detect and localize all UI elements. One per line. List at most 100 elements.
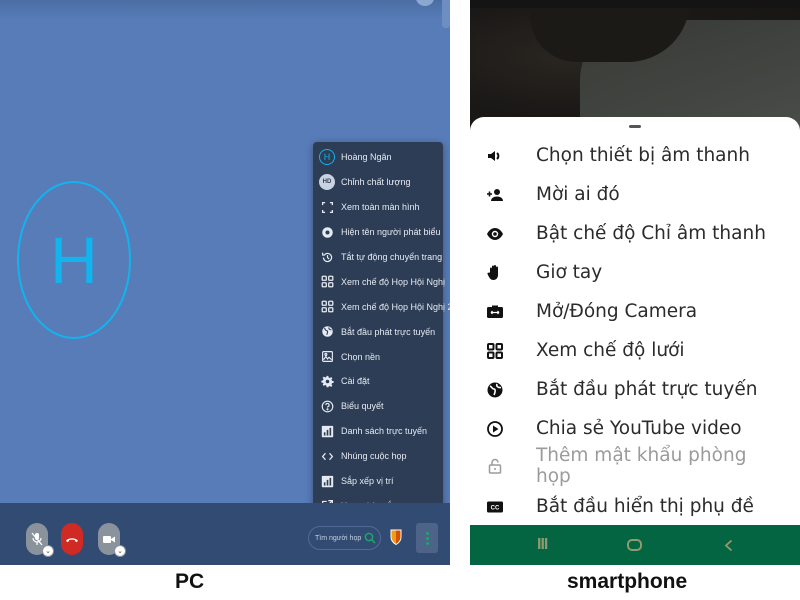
menu-item-label: Bật chế độ Chỉ âm thanh: [536, 223, 766, 244]
raise-hand-icon: [484, 262, 506, 284]
menu-item-show-speaker-name[interactable]: Hiện tên người phát biểu: [313, 220, 443, 245]
closed-caption-icon: CC: [484, 496, 506, 518]
menu-item-label: Mở/Đóng Camera: [536, 301, 698, 322]
menu-item-label: Tắt tự động chuyển trang: [341, 252, 443, 262]
dot-icon: [425, 541, 429, 545]
more-options-button[interactable]: [416, 523, 438, 553]
camera-toggle-button[interactable]: ⌄: [98, 523, 126, 557]
menu-item-quality[interactable]: HD Chỉnh chất lượng: [313, 170, 443, 195]
participant-avatar: H: [17, 181, 131, 339]
menu-item-label: Biểu quyết: [341, 401, 384, 412]
menu-item-label: Hiện tên người phát biểu: [341, 227, 441, 238]
fullscreen-icon: [319, 199, 335, 215]
menu-item-label: Bắt đầu phát trực tuyến: [341, 326, 436, 337]
sheet-drag-handle[interactable]: [629, 125, 641, 128]
mic-toggle-button[interactable]: ⌄: [26, 523, 54, 557]
svg-text:CC: CC: [491, 506, 500, 512]
menu-item-label: Nhúng cuộc họp: [341, 451, 407, 462]
menu-item-label: Bắt đầu hiển thị phụ đề: [536, 496, 754, 517]
menu-item-conference-view[interactable]: Xem chế độ Họp Hội Nghị: [313, 269, 446, 294]
eye-icon: [484, 223, 506, 245]
question-icon: [319, 398, 335, 414]
security-shield-icon[interactable]: [390, 529, 402, 545]
android-navigation-bar: III: [470, 525, 800, 565]
menu-item-label: Hoàng Ngân: [341, 152, 392, 163]
grid-icon: [484, 340, 506, 362]
play-circle-icon: [484, 418, 506, 440]
search-placeholder: Tìm người họp: [315, 534, 362, 542]
menu-item-label: Mời ai đó: [536, 184, 620, 205]
menu-item-label: Xem chế độ Họp Hội Nghị 2: [341, 301, 450, 312]
menu-item-conference-view-2[interactable]: Xem chế độ Họp Hội Nghị 2: [313, 294, 450, 319]
switch-camera-icon: [484, 301, 506, 323]
video-camera-icon: [103, 535, 115, 543]
menu-item-label: Thêm mật khẩu phòng họp: [536, 445, 747, 487]
embed-code-icon: [319, 448, 335, 464]
mic-off-icon: [31, 532, 43, 546]
avatar-letter: H: [323, 152, 331, 163]
background-image-icon: [319, 349, 335, 365]
pc-meeting-screen: H H Hoàng Ngân HD Chỉnh chất lượng Xem t…: [0, 0, 450, 565]
menu-item-settings[interactable]: Cài đặt: [313, 369, 443, 394]
menu-item-arrange-positions[interactable]: Sắp xếp vị trí: [313, 469, 443, 494]
pc-more-options-menu: H Hoàng Ngân HD Chỉnh chất lượng Xem toà…: [313, 142, 450, 517]
add-person-icon: [484, 184, 506, 206]
menu-item-profile[interactable]: H Hoàng Ngân: [313, 145, 443, 170]
participant-search-input[interactable]: Tìm người họp: [308, 526, 381, 550]
menu-item-voting[interactable]: Biểu quyết: [313, 394, 443, 419]
history-icon: [319, 249, 335, 265]
participant-thumbnail[interactable]: [416, 0, 434, 6]
recent-apps-button[interactable]: III: [537, 535, 548, 555]
participant-initial: H: [50, 223, 98, 297]
menu-item-label: Bắt đầu phát trực tuyến: [536, 379, 758, 400]
menu-item-start-livestream[interactable]: Bắt đầu phát trực tuyến: [313, 319, 443, 344]
back-icon: [724, 539, 733, 551]
mic-options-chevron-icon[interactable]: ⌄: [42, 545, 54, 557]
pc-call-toolbar: ⌄ ⌄ Tìm người họp: [0, 503, 450, 565]
eye-icon: [319, 224, 335, 240]
hd-quality-icon: HD: [319, 174, 335, 191]
back-button[interactable]: [724, 535, 733, 555]
smartphone-caption: smartphone: [567, 570, 688, 593]
menu-item-label: Chia sẻ YouTube video: [536, 418, 742, 439]
options-bottom-sheet: Chọn thiết bị âm thanh Mời ai đó Bật chế…: [470, 117, 800, 525]
camera-options-chevron-icon[interactable]: ⌄: [114, 545, 126, 557]
menu-item-label: Chọn thiết bị âm thanh: [536, 145, 750, 166]
search-icon[interactable]: [364, 532, 376, 544]
home-button[interactable]: [627, 535, 642, 555]
menu-item-label: Giơ tay: [536, 262, 603, 283]
globe-icon: [484, 379, 506, 401]
dot-icon: [425, 531, 429, 535]
menu-item-label: Xem chế độ Họp Hội Nghị: [341, 276, 446, 287]
globe-icon: [319, 324, 335, 340]
video-top-strip: [470, 0, 800, 8]
menu-item-label: Xem toàn màn hình: [341, 202, 420, 213]
scrollbar[interactable]: [442, 0, 450, 28]
lock-open-icon: [484, 455, 506, 477]
hang-up-button[interactable]: [61, 523, 83, 555]
grid-icon: [319, 274, 335, 290]
menu-item-label: Cài đặt: [341, 376, 370, 387]
menu-item-label: Chọn nền: [341, 351, 381, 362]
phone-hangup-icon: [66, 538, 78, 543]
home-icon: [627, 539, 642, 551]
bar-chart-icon: [319, 423, 335, 439]
menu-item-fullscreen[interactable]: Xem toàn màn hình: [313, 195, 443, 220]
menu-item-auto-paging[interactable]: Tắt tự động chuyển trang: [313, 245, 443, 270]
smartphone-meeting-screen: Chọn thiết bị âm thanh Mời ai đó Bật chế…: [470, 0, 800, 565]
dot-icon: [425, 536, 429, 540]
hd-badge: HD: [322, 179, 332, 186]
pc-caption: PC: [175, 570, 205, 593]
gear-icon: [319, 373, 335, 389]
menu-item-label: Xem chế độ lưới: [536, 340, 685, 361]
menu-item-label: Danh sách trực tuyến: [341, 426, 428, 437]
menu-item-online-list[interactable]: Danh sách trực tuyến: [313, 419, 443, 444]
user-avatar-icon: H: [319, 149, 335, 166]
menu-item-embed-meeting[interactable]: Nhúng cuộc họp: [313, 444, 443, 469]
bar-chart-icon: [319, 473, 335, 489]
grid-icon: [319, 299, 335, 315]
menu-item-label: Chỉnh chất lượng: [341, 177, 411, 188]
speaker-icon: [484, 145, 506, 167]
menu-item-choose-background[interactable]: Chọn nền: [313, 344, 443, 369]
menu-item-label: Sắp xếp vị trí: [341, 476, 394, 487]
